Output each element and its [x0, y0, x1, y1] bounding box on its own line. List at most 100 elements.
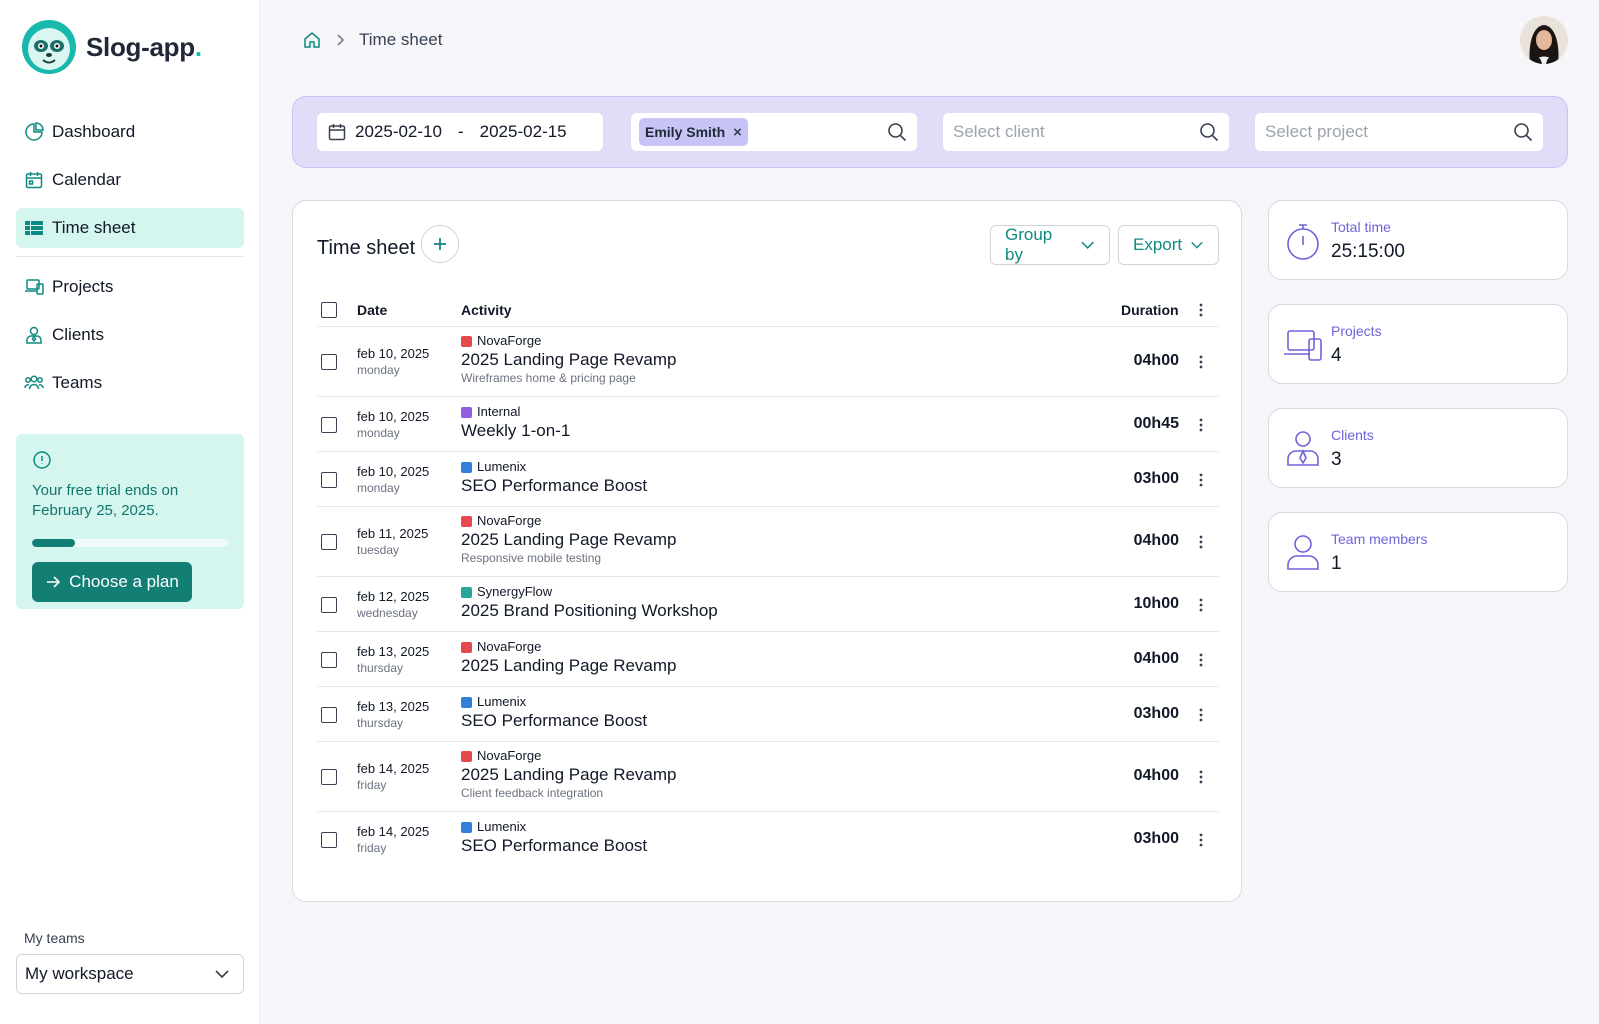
- row-checkbox[interactable]: [321, 706, 337, 723]
- stat-card-total-time: Total time 25:15:00: [1268, 200, 1568, 280]
- row-day: monday: [357, 425, 400, 440]
- row-activity: NovaForge 2025 Landing Page Revamp Wirefra…: [461, 333, 677, 386]
- row-date-text: feb 14, 2025: [357, 761, 430, 776]
- table-row[interactable]: feb 13, 2025 thursday Lumenix SEO Performan…: [317, 687, 1219, 742]
- stat-card-clients: Clients 3: [1268, 408, 1568, 488]
- row-checkbox[interactable]: [321, 651, 337, 668]
- nav-item-projects[interactable]: Projects: [16, 267, 244, 307]
- main-nav: Dashboard Calendar Time sheet Projects C…: [16, 112, 244, 411]
- client-color-swatch: [461, 696, 472, 708]
- row-menu-icon[interactable]: [1191, 595, 1211, 615]
- user-avatar[interactable]: [1520, 16, 1568, 64]
- row-checkbox[interactable]: [321, 416, 337, 433]
- sidebar: Slog-app. Dashboard Calendar Time sheet …: [0, 0, 260, 1024]
- nav-label: Dashboard: [52, 122, 136, 141]
- row-menu-icon[interactable]: [1191, 650, 1211, 670]
- search-icon: [1200, 123, 1219, 142]
- table-row[interactable]: feb 10, 2025 monday Lumenix SEO Performance…: [317, 452, 1219, 507]
- row-checkbox[interactable]: [321, 596, 337, 613]
- table-row[interactable]: feb 10, 2025 monday NovaForge 2025 Landing …: [317, 327, 1219, 397]
- user-chip-label: Emily Smith: [645, 124, 726, 140]
- export-button[interactable]: Export: [1118, 225, 1219, 265]
- remove-chip-icon[interactable]: ×: [733, 124, 742, 141]
- column-header-activity: Activity: [461, 302, 512, 318]
- stat-card-projects: Projects 4: [1268, 304, 1568, 384]
- nav-item-teams[interactable]: Teams: [16, 363, 244, 403]
- row-day: friday: [357, 840, 387, 855]
- nav-item-time-sheet[interactable]: Time sheet: [16, 208, 244, 248]
- date-from: 2025-02-10: [355, 122, 442, 141]
- row-client: NovaForge: [461, 748, 677, 764]
- choose-plan-button[interactable]: Choose a plan: [32, 562, 192, 602]
- filter-bar: 2025-02-10 - 2025-02-15 Emily Smith × Se…: [292, 96, 1568, 168]
- row-duration: 03h00: [1133, 469, 1179, 487]
- date-range-picker[interactable]: 2025-02-10 - 2025-02-15: [317, 113, 603, 151]
- chevron-right-icon: [337, 34, 345, 46]
- user-filter[interactable]: Emily Smith ×: [631, 113, 917, 151]
- client-color-swatch: [461, 515, 472, 527]
- arrow-right-icon: [47, 576, 61, 588]
- row-menu-icon[interactable]: [1191, 532, 1211, 552]
- project-filter-placeholder: Select project: [1265, 122, 1368, 141]
- choose-plan-label: Choose a plan: [69, 572, 179, 591]
- row-duration: 04h00: [1133, 649, 1179, 667]
- table-row[interactable]: feb 14, 2025 friday NovaForge 2025 Landing …: [317, 742, 1219, 812]
- row-date-text: feb 10, 2025: [357, 463, 430, 479]
- row-note: Responsive mobile testing: [461, 551, 602, 565]
- sloth-logo-icon: [22, 20, 76, 74]
- row-checkbox[interactable]: [321, 769, 337, 785]
- row-day: tuesday: [357, 543, 400, 557]
- table-row[interactable]: feb 12, 2025 wednesday SynergyFlow 2025 Bra…: [317, 577, 1219, 632]
- date-to: 2025-02-15: [479, 122, 567, 141]
- table-row[interactable]: feb 10, 2025 monday Internal Weekly 1-on-1 0…: [317, 397, 1219, 452]
- nav-item-calendar[interactable]: Calendar: [16, 160, 244, 200]
- row-client: Internal: [461, 404, 570, 420]
- user-icon: [1287, 535, 1319, 570]
- workspace-select[interactable]: My workspace: [16, 954, 244, 994]
- row-menu-icon[interactable]: [1191, 415, 1211, 435]
- calendar-icon: [25, 172, 43, 189]
- chart-pie-icon: [25, 122, 44, 141]
- row-client: Lumenix: [461, 459, 647, 475]
- row-menu-icon[interactable]: [1191, 705, 1211, 725]
- client-filter[interactable]: Select client: [943, 113, 1229, 151]
- users-icon: [24, 375, 44, 390]
- row-checkbox[interactable]: [321, 471, 337, 488]
- calendar-icon: [328, 124, 346, 141]
- breadcrumb: Time sheet: [303, 30, 442, 50]
- stat-label: Total time: [1331, 219, 1391, 235]
- column-header-duration: Duration: [1121, 302, 1179, 318]
- table-row[interactable]: feb 11, 2025 tuesday NovaForge 2025 Landing…: [317, 507, 1219, 577]
- client-filter-placeholder: Select client: [953, 122, 1045, 141]
- app-logo[interactable]: Slog-app.: [20, 18, 202, 76]
- row-menu-icon[interactable]: [1191, 470, 1211, 490]
- stat-value: 25:15:00: [1331, 241, 1405, 262]
- row-project: 2025 Landing Page Revamp: [461, 656, 677, 675]
- table-row[interactable]: feb 13, 2025 thursday NovaForge 2025 Landin…: [317, 632, 1219, 687]
- group-by-button[interactable]: Group by: [990, 225, 1110, 265]
- row-checkbox[interactable]: [321, 354, 337, 370]
- select-all-checkbox[interactable]: [321, 301, 337, 318]
- row-client: NovaForge: [461, 639, 677, 655]
- row-duration: 03h00: [1133, 704, 1179, 722]
- row-day: thursday: [357, 715, 404, 730]
- group-by-label: Group by: [1005, 225, 1053, 264]
- row-menu-icon[interactable]: [1191, 767, 1211, 787]
- columns-menu-icon[interactable]: [1191, 300, 1211, 320]
- row-date: feb 14, 2025 friday: [357, 824, 429, 856]
- row-checkbox[interactable]: [321, 831, 337, 848]
- row-menu-icon[interactable]: [1191, 830, 1211, 850]
- home-icon[interactable]: [303, 31, 321, 49]
- nav-item-dashboard[interactable]: Dashboard: [16, 112, 244, 152]
- row-checkbox[interactable]: [321, 534, 337, 550]
- nav-item-clients[interactable]: Clients: [16, 315, 244, 355]
- row-activity: SynergyFlow 2025 Brand Positioning Worksh…: [461, 584, 718, 622]
- table-row[interactable]: feb 14, 2025 friday Lumenix SEO Performance…: [317, 812, 1219, 867]
- row-date: feb 13, 2025 thursday: [357, 699, 429, 731]
- row-project: SEO Performance Boost: [461, 711, 648, 730]
- project-filter[interactable]: Select project: [1255, 113, 1543, 151]
- row-menu-icon[interactable]: [1191, 352, 1211, 372]
- add-entry-button[interactable]: [421, 225, 459, 263]
- user-chip: Emily Smith ×: [639, 118, 748, 146]
- row-client-name: SynergyFlow: [477, 584, 553, 599]
